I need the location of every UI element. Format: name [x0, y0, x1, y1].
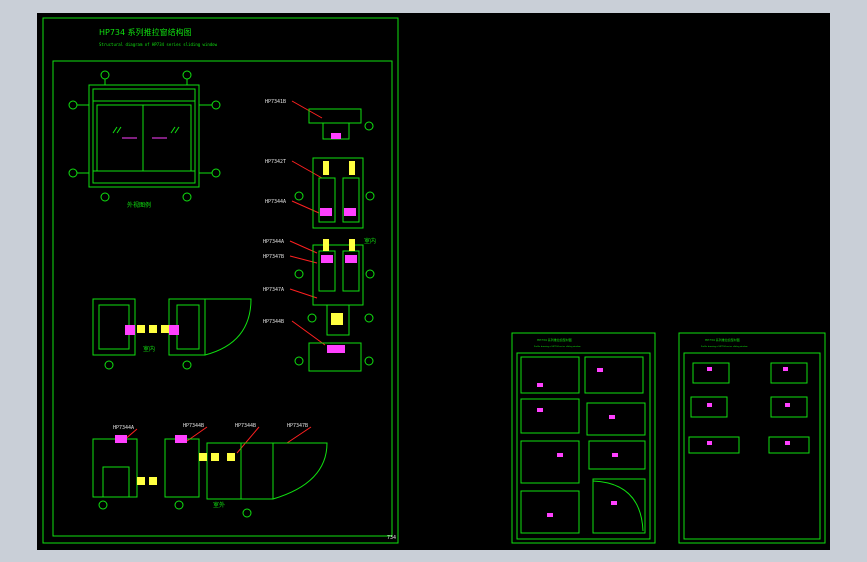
sheet-3-subtitle: Profile drawing of HP734 series sliding …: [701, 345, 748, 348]
sheet-3-title: HP734 系列推拉窗型材图: [705, 337, 740, 342]
part-label: HP7344B: [263, 319, 284, 325]
part-label: HP7347A: [263, 287, 284, 293]
sheet-1[interactable]: HP734 系列推拉窗结构图 Structural diagram of HP7…: [42, 17, 399, 544]
part-label: HP7347B: [263, 254, 284, 260]
part-label: HP7344A: [263, 239, 284, 245]
bottom-label: HP7344A: [113, 425, 134, 431]
bottom-label: HP7344B: [235, 423, 256, 429]
part-label: HP7342T: [265, 159, 286, 165]
elevation-caption: 外视图例: [127, 201, 151, 209]
horizontal-section-1: 室内: [92, 298, 252, 370]
sheet-2-title: HP734 系列推拉窗型材图: [537, 337, 572, 342]
vertical-section: HP7341B HP7342T HP7344A HP7344A HP7347B …: [263, 99, 376, 372]
section-caption: 室内: [364, 237, 376, 245]
bottom-label: HP7344B: [183, 423, 204, 429]
page-number: 734: [387, 535, 396, 541]
part-label: HP7341B: [265, 99, 286, 105]
sheet-3[interactable]: HP734 系列推拉窗型材图 Profile drawing of HP734 …: [678, 332, 826, 544]
cad-viewport[interactable]: HP734 系列推拉窗结构图 Structural diagram of HP7…: [37, 13, 830, 550]
drawing-subtitle: Structural diagram of HP734 series slidi…: [99, 42, 218, 47]
profile-grid: [520, 356, 646, 534]
cad-drawing-canvas[interactable]: HP734 系列推拉窗结构图 Structural diagram of HP7…: [37, 13, 830, 550]
section-caption: 室内: [143, 345, 155, 353]
horizontal-section-2: HP7344A HP7344B HP7344B HP7347B 室外: [92, 423, 328, 518]
bottom-label: HP7347B: [287, 423, 308, 429]
drawing-title: HP734 系列推拉窗结构图: [99, 27, 192, 37]
part-label: HP7344A: [265, 199, 286, 205]
window-elevation: 外视图例: [68, 70, 221, 209]
sheet-2[interactable]: HP734 系列推拉窗型材图 Profile drawing of HP734 …: [511, 332, 656, 544]
sheet-2-subtitle: Profile drawing of HP734 series sliding …: [534, 345, 581, 348]
profile-grid: [688, 362, 810, 454]
section-caption: 室外: [213, 501, 225, 509]
